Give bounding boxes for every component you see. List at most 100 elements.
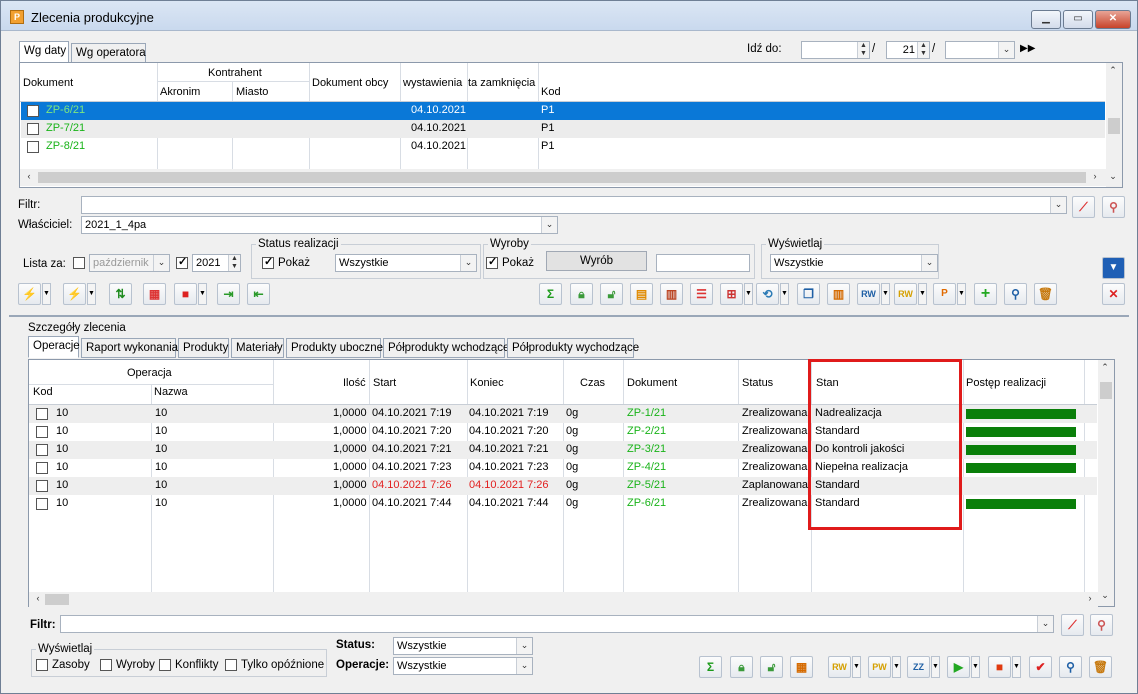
operations-vscroll[interactable]: ⌃ ⌄ [1098,360,1114,606]
bottom-play-icon[interactable]: ▶ [947,656,970,678]
operations-hscroll[interactable]: ‹ › [29,592,1098,607]
sum-icon[interactable]: Σ [539,283,562,305]
row-checkbox[interactable] [36,498,48,510]
col-status[interactable]: Status [742,377,773,389]
export-icon[interactable]: ⇤ [247,283,270,305]
owner-select[interactable]: 2021_1_4pa ⌄ [81,216,558,234]
chart-icon[interactable]: ▥ [660,283,683,305]
tab-polprodukty-wchodzace[interactable]: Półprodukty wchodzące [383,338,509,358]
lightning-icon[interactable]: ⚡ [18,283,41,305]
bottom-clear-filter-icon[interactable]: ⟋ [1061,614,1084,636]
wyrob-button[interactable]: Wyrób [546,251,647,271]
bottom-filter-settings-icon[interactable]: ⚲ [1090,614,1113,636]
row-checkbox[interactable] [36,426,48,438]
lista-za-checkbox[interactable] [73,257,85,269]
bottom-approve-icon[interactable]: ✔ [1029,656,1052,678]
col-akronim[interactable]: Akronim [160,86,200,98]
filter-settings-icon[interactable]: ⚲ [1102,196,1125,218]
refresh-icon[interactable]: ⟲ [756,283,779,305]
lock-icon[interactable]: 🔒︎ [570,283,593,305]
col-miasto[interactable]: Miasto [236,86,268,98]
col-dokument[interactable]: Dokument [627,377,677,389]
row-checkbox[interactable] [36,444,48,456]
col-kontrahent[interactable]: Kontrahent [208,67,262,79]
p-document-icon[interactable]: P [933,283,956,305]
document-icon[interactable]: ▤ [630,283,653,305]
col-koniec[interactable]: Koniec [470,377,504,389]
calendar-icon[interactable]: ▦ [143,283,166,305]
tab-operacje[interactable]: Operacje [28,336,80,358]
trash-icon[interactable]: 🗑︎ [1034,283,1057,305]
wyswietlaj-select[interactable]: Wszystkie ⌄ [770,254,938,272]
maximize-button[interactable]: ▭ [1063,10,1093,29]
wyroby-checkbox[interactable] [100,659,112,671]
collapse-panel-icon[interactable]: ▼ [1102,257,1125,279]
month-select[interactable]: październik ⌄ [89,254,170,272]
tab-polprodukty-wychodzace[interactable]: Półprodukty wychodzące [507,338,639,358]
sort-icon[interactable]: ⇅ [109,283,132,305]
lightning-dropdown[interactable]: ▼ [42,283,51,305]
year-input[interactable]: 2021 ▲ ▼ [192,254,241,272]
row-checkbox[interactable] [36,462,48,474]
bottom-filter-input[interactable]: ⌄ [60,615,1054,633]
row-checkbox[interactable] [27,123,39,135]
tab-produkty[interactable]: Produkty [178,338,229,358]
rw-blue-icon[interactable]: RW [857,283,880,305]
col-ilosc[interactable]: Ilość [343,377,366,389]
table-row[interactable]: ZP-8/21 04.10.2021 P1 [21,138,1105,156]
row-checkbox[interactable] [27,103,39,117]
konflikty-checkbox[interactable] [159,659,171,671]
status-pokaz-checkbox[interactable] [262,255,274,269]
table-row[interactable]: ZP-6/21 04.10.2021 P1 [21,102,1105,120]
col-kod[interactable]: Kod [541,86,561,98]
col-zamkniecia[interactable]: ta zamknięcia [468,77,535,89]
col-czas[interactable]: Czas [580,377,605,389]
bottom-rw-icon[interactable]: RW [828,656,851,678]
green-lightning-icon[interactable]: ⚡ [63,283,86,305]
clear-filter-icon[interactable]: ⟋ [1072,196,1095,218]
rw-yellow-icon[interactable]: RW [894,283,917,305]
tab-produkty-uboczne[interactable]: Produkty uboczne [286,338,383,358]
tab-wg-operatora[interactable]: Wg operatora [71,43,146,63]
tab-materialy[interactable]: Materiały [231,338,284,358]
unlock-icon[interactable]: 🔓︎ [600,283,623,305]
list-icon[interactable]: ☰ [690,283,713,305]
bottom-zz-icon[interactable]: ZZ [907,656,930,678]
col-dokument[interactable]: Dokument [23,77,73,89]
bottom-lock-icon[interactable]: 🔒︎ [730,656,753,678]
wyroby-pokaz-checkbox[interactable] [486,255,498,269]
tab-wg-daty[interactable]: Wg daty [19,41,69,63]
col-operacja[interactable]: Operacja [127,367,172,379]
columns-icon[interactable]: ▥ [827,283,850,305]
bottom-resources-icon[interactable]: ▦ [790,656,813,678]
red-document-dropdown[interactable]: ▼ [198,283,207,305]
tylko-checkbox[interactable] [225,659,237,671]
bottom-rw-dropdown[interactable]: ▼ [852,656,861,678]
row-checkbox[interactable] [36,480,48,492]
status-realizacji-select[interactable]: Wszystkie ⌄ [335,254,477,272]
search-icon[interactable]: ⚲ [1004,283,1027,305]
copy-icon[interactable]: ❐ [797,283,820,305]
refresh-dropdown[interactable]: ▼ [780,283,789,305]
year-checkbox[interactable] [176,255,188,269]
col-start[interactable]: Start [373,377,396,389]
bottom-pw-icon[interactable]: PW [868,656,891,678]
bottom-pw-dropdown[interactable]: ▼ [892,656,901,678]
table-row[interactable]: ZP-7/21 04.10.2021 P1 [21,120,1105,138]
bottom-play-dropdown[interactable]: ▼ [971,656,980,678]
bottom-search-icon[interactable]: ⚲ [1059,656,1082,678]
filter-input[interactable]: ⌄ [81,196,1067,214]
col-postep[interactable]: Postęp realizacji [966,377,1046,389]
green-lightning-dropdown[interactable]: ▼ [87,283,96,305]
rw-blue-dropdown[interactable]: ▼ [881,283,890,305]
goto-year-input[interactable]: 21 ▲ ▼ [886,41,930,59]
bottom-unlock-icon[interactable]: 🔓︎ [760,656,783,678]
gantt-icon[interactable]: ⊞ [720,283,743,305]
wyrob-input[interactable] [656,254,750,272]
minimize-button[interactable]: ▁ [1031,10,1061,29]
tab-raport-wykonania[interactable]: Raport wykonania [81,338,178,358]
close-x-icon[interactable]: ✕ [1102,283,1125,305]
col-nazwa[interactable]: Nazwa [154,386,188,398]
bottom-zz-dropdown[interactable]: ▼ [931,656,940,678]
close-button[interactable]: ✕ [1095,10,1131,29]
